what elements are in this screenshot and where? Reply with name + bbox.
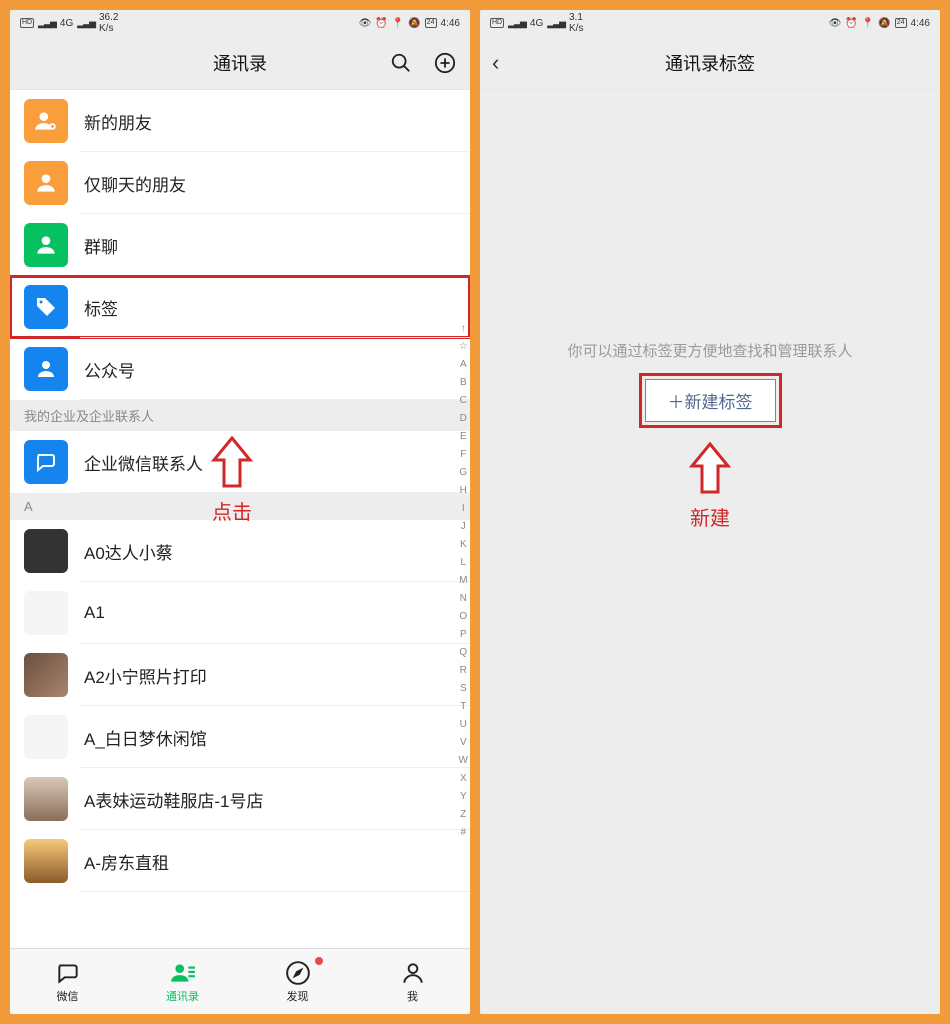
status-bar: HD ▂▃▅ 4G ▂▃▅ 36.2K/s 👁 ⏰ 📍 🔕 24 4:46 <box>10 10 470 36</box>
battery-badge: 24 <box>425 18 437 28</box>
official-icon <box>24 347 68 391</box>
group-icon <box>24 223 68 267</box>
alarm-icon: ⏰ <box>845 18 857 29</box>
new-tag-button[interactable]: ＋新建标签 <box>645 379 776 422</box>
add-icon[interactable] <box>432 50 458 76</box>
signal-icon: ▂▃▅ <box>38 18 56 29</box>
phone-right: HD ▂▃▅ 4G ▂▃▅ 3.1K/s 👁 ⏰ 📍 🔕 24 4:46 ‹ 通… <box>480 10 940 1014</box>
contact-name: A0达人小蔡 <box>84 539 173 564</box>
tab-wechat[interactable]: 微信 <box>10 949 125 1014</box>
contacts-icon <box>170 960 196 986</box>
contact-row[interactable]: A2小宁照片打印 <box>10 644 470 706</box>
menu-official-accounts[interactable]: 公众号 <box>10 338 470 400</box>
tab-label: 微信 <box>57 988 79 1004</box>
avatar <box>24 591 68 635</box>
tab-contacts[interactable]: 通讯录 <box>125 949 240 1014</box>
avatar <box>24 653 68 697</box>
menu-new-friends[interactable]: 新的朋友 <box>10 90 470 152</box>
row-label: 公众号 <box>84 357 135 382</box>
contact-row[interactable]: A-房东直租 <box>10 830 470 892</box>
phone-left: HD ▂▃▅ 4G ▂▃▅ 36.2K/s 👁 ⏰ 📍 🔕 24 4:46 通讯… <box>10 10 470 1014</box>
avatar <box>24 715 68 759</box>
row-label: 新的朋友 <box>84 109 152 134</box>
compass-icon <box>285 960 311 986</box>
section-enterprise: 我的企业及企业联系人 <box>10 400 470 431</box>
person-icon <box>400 960 426 986</box>
tab-bar: 微信 通讯录 发现 我 <box>10 948 470 1014</box>
menu-chat-only-friends[interactable]: 仅聊天的朋友 <box>10 152 470 214</box>
mute-icon: 🔕 <box>408 18 420 29</box>
network-label: 4G <box>60 18 73 29</box>
contact-name: A表妹运动鞋服店-1号店 <box>84 787 263 812</box>
menu-tags[interactable]: 标签 <box>10 276 470 338</box>
navbar: 通讯录 <box>10 36 470 90</box>
contact-row[interactable]: A_白日梦休闲馆 <box>10 706 470 768</box>
section-a: A <box>10 493 470 520</box>
navbar: ‹ 通讯录标签 <box>480 36 940 90</box>
clock-label: 4:46 <box>911 18 930 29</box>
contacts-list: 新的朋友 仅聊天的朋友 群聊 标签 <box>10 90 470 948</box>
signal-icon-2: ▂▃▅ <box>547 18 565 29</box>
tab-label: 我 <box>407 988 418 1004</box>
page-title: 通讯录标签 <box>665 50 755 76</box>
tag-icon <box>24 285 68 329</box>
tab-me[interactable]: 我 <box>355 949 470 1014</box>
person-add-icon <box>24 99 68 143</box>
notification-dot <box>315 957 323 965</box>
page-title: 通讯录 <box>213 50 267 76</box>
tab-discover[interactable]: 发现 <box>240 949 355 1014</box>
contact-name: A_白日梦休闲馆 <box>84 725 207 750</box>
enterprise-chat-icon <box>24 440 68 484</box>
menu-group-chats[interactable]: 群聊 <box>10 214 470 276</box>
location-icon: 📍 <box>392 18 404 29</box>
menu-enterprise-contacts[interactable]: 企业微信联系人 <box>10 431 470 493</box>
mute-icon: 🔕 <box>878 18 890 29</box>
eye-icon: 👁 <box>829 18 842 29</box>
avatar <box>24 529 68 573</box>
empty-state: 你可以通过标签更方便地查找和管理联系人 ＋新建标签 新建 <box>480 90 940 1014</box>
annotation-label: 新建 <box>690 502 730 531</box>
row-label: 仅聊天的朋友 <box>84 171 186 196</box>
location-icon: 📍 <box>862 18 874 29</box>
hd-badge: HD <box>490 18 504 28</box>
status-bar: HD ▂▃▅ 4G ▂▃▅ 3.1K/s 👁 ⏰ 📍 🔕 24 4:46 <box>480 10 940 36</box>
contact-row[interactable]: A1 <box>10 582 470 644</box>
speed-label: 36.2K/s <box>99 12 118 34</box>
signal-icon-2: ▂▃▅ <box>77 18 95 29</box>
contact-name: A1 <box>84 603 105 623</box>
tip-text: 你可以通过标签更方便地查找和管理联系人 <box>567 340 852 361</box>
contact-row[interactable]: A表妹运动鞋服店-1号店 <box>10 768 470 830</box>
back-icon[interactable]: ‹ <box>492 50 499 76</box>
contact-name: A-房东直租 <box>84 849 169 874</box>
contact-name: A2小宁照片打印 <box>84 663 207 688</box>
speed-label: 3.1K/s <box>569 12 583 34</box>
avatar <box>24 839 68 883</box>
alpha-index[interactable]: ↑☆ AB CD EF GH IJ KL MN OP QR ST UV WX Y… <box>459 320 468 842</box>
tab-label: 通讯录 <box>166 988 199 1004</box>
avatar <box>24 777 68 821</box>
search-icon[interactable] <box>388 50 414 76</box>
chat-icon <box>55 960 81 986</box>
row-label: 标签 <box>84 295 118 320</box>
row-label: 群聊 <box>84 233 118 258</box>
alarm-icon: ⏰ <box>375 18 387 29</box>
battery-badge: 24 <box>895 18 907 28</box>
clock-label: 4:46 <box>441 18 460 29</box>
hd-badge: HD <box>20 18 34 28</box>
chat-person-icon <box>24 161 68 205</box>
network-label: 4G <box>530 18 543 29</box>
row-label: 企业微信联系人 <box>84 450 203 475</box>
signal-icon: ▂▃▅ <box>508 18 526 29</box>
tab-label: 发现 <box>287 988 309 1004</box>
eye-icon: 👁 <box>359 18 372 29</box>
contact-row[interactable]: A0达人小蔡 <box>10 520 470 582</box>
annotation-arrow: 新建 <box>688 442 732 531</box>
